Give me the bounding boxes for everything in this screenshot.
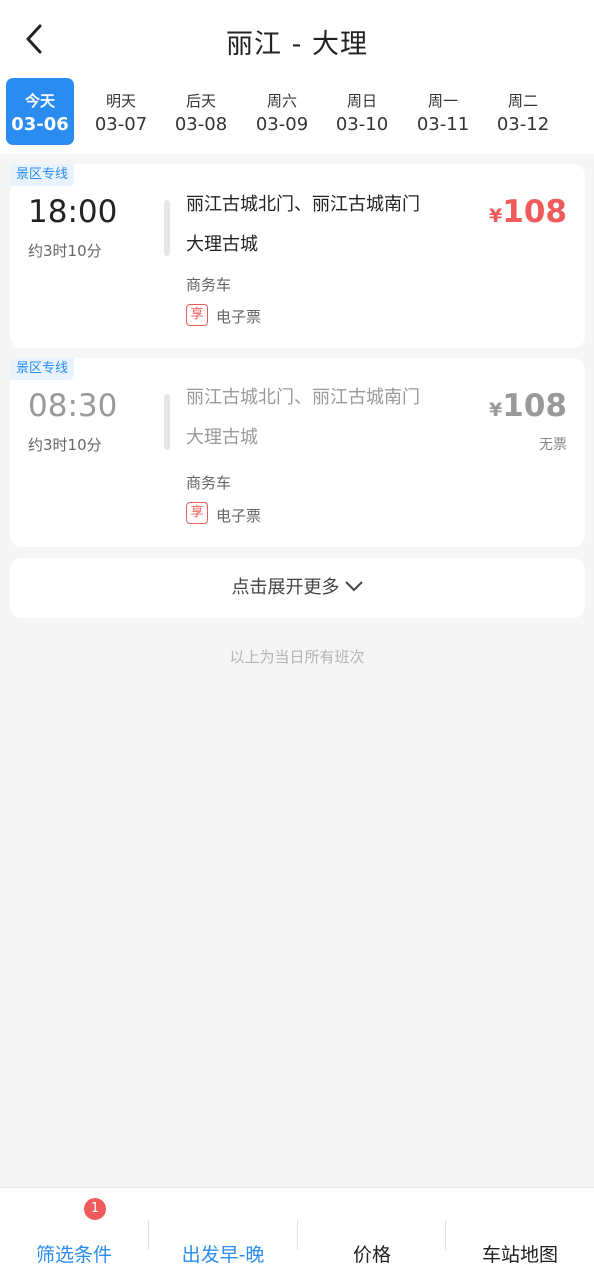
date-tab-label: 周二	[507, 92, 538, 110]
vehicle-type: 商务车	[186, 474, 232, 492]
date-tab-date: 03-07	[94, 114, 148, 135]
perk-icon: 享	[186, 304, 208, 326]
currency-symbol: ¥	[489, 399, 503, 421]
date-selector: 今天 03-06 明天 03-07 后天 03-08 周六 03-09 周日 0…	[0, 78, 594, 154]
expand-more-label: 点击展开更多	[231, 577, 340, 598]
sort-price-button[interactable]: 价格	[298, 1188, 446, 1280]
vehicle-type: 商务车	[186, 276, 232, 294]
station-map-button[interactable]: 车站地图	[446, 1188, 594, 1280]
arrival-station: 大理古城	[186, 427, 258, 448]
trip-duration: 约3时10分	[28, 436, 102, 454]
date-tab-date: 03-09	[255, 114, 309, 135]
e-ticket-label: 电子票	[216, 308, 262, 326]
page-title: 丽江 - 大理	[226, 29, 368, 60]
date-tab-mon[interactable]: 周一 03-11	[409, 78, 477, 145]
date-tab-date: 03-10	[335, 114, 389, 135]
trip-card[interactable]: 景区专线 08:30 约3时10分 丽江古城北门、丽江古城南门 大理古城 商务车…	[10, 358, 585, 547]
sort-price-label: 价格	[352, 1244, 391, 1266]
date-tab-label: 周日	[346, 92, 377, 110]
date-tab-label: 后天	[185, 92, 216, 110]
trip-card[interactable]: 景区专线 18:00 约3时10分 丽江古城北门、丽江古城南门 大理古城 商务车…	[10, 164, 585, 348]
date-tab-label: 明天	[105, 92, 136, 110]
date-tab-tue[interactable]: 周二 03-12	[489, 78, 557, 145]
departure-time: 18:00	[28, 194, 118, 230]
price-value: 108	[502, 388, 567, 424]
date-tab-date: 03-11	[416, 114, 470, 135]
departure-time: 08:30	[28, 388, 118, 424]
route-divider	[164, 200, 170, 256]
filter-button[interactable]: 1 筛选条件	[0, 1188, 148, 1280]
sort-departure-button[interactable]: 出发早-晚	[149, 1188, 297, 1280]
end-of-list-note: 以上为当日所有班次	[229, 648, 365, 666]
station-map-label: 车站地图	[481, 1244, 558, 1266]
expand-more-button[interactable]: 点击展开更多	[10, 558, 585, 618]
sold-out-label: 无票	[539, 437, 567, 453]
route-tag: 景区专线	[10, 358, 75, 380]
date-tab-sat[interactable]: 周六 03-09	[248, 78, 316, 145]
bottom-toolbar: 1 筛选条件 出发早-晚 价格 车站地图	[0, 1187, 594, 1280]
trip-price: ¥108	[489, 388, 567, 424]
header: 丽江 - 大理	[0, 0, 594, 78]
date-tab-label: 周六	[266, 92, 297, 110]
date-tab-today[interactable]: 今天 03-06	[6, 78, 74, 145]
sort-departure-label: 出发早-晚	[181, 1244, 265, 1266]
date-tab-tomorrow[interactable]: 明天 03-07	[87, 78, 155, 145]
e-ticket-label: 电子票	[216, 507, 262, 525]
trip-duration: 约3时10分	[28, 242, 102, 260]
chevron-down-icon	[344, 558, 364, 618]
date-tab-date: 03-12	[496, 114, 550, 135]
trip-price: ¥108	[489, 194, 567, 230]
price-value: 108	[502, 194, 567, 230]
route-tag: 景区专线	[10, 164, 75, 186]
perk-icon: 享	[186, 502, 208, 524]
departure-station: 丽江古城北门、丽江古城南门	[186, 194, 420, 215]
date-tab-date: 03-08	[174, 114, 228, 135]
currency-symbol: ¥	[489, 205, 503, 227]
departure-station: 丽江古城北门、丽江古城南门	[186, 387, 420, 408]
filter-label: 筛选条件	[35, 1244, 112, 1266]
arrival-station: 大理古城	[186, 234, 258, 255]
filter-count-badge: 1	[84, 1198, 106, 1220]
date-tab-day-after[interactable]: 后天 03-08	[167, 78, 235, 145]
date-tab-label: 今天	[24, 92, 55, 110]
date-tab-date: 03-06	[11, 114, 69, 135]
route-divider	[164, 394, 170, 450]
date-tab-sun[interactable]: 周日 03-10	[328, 78, 396, 145]
date-tab-label: 周一	[427, 92, 458, 110]
